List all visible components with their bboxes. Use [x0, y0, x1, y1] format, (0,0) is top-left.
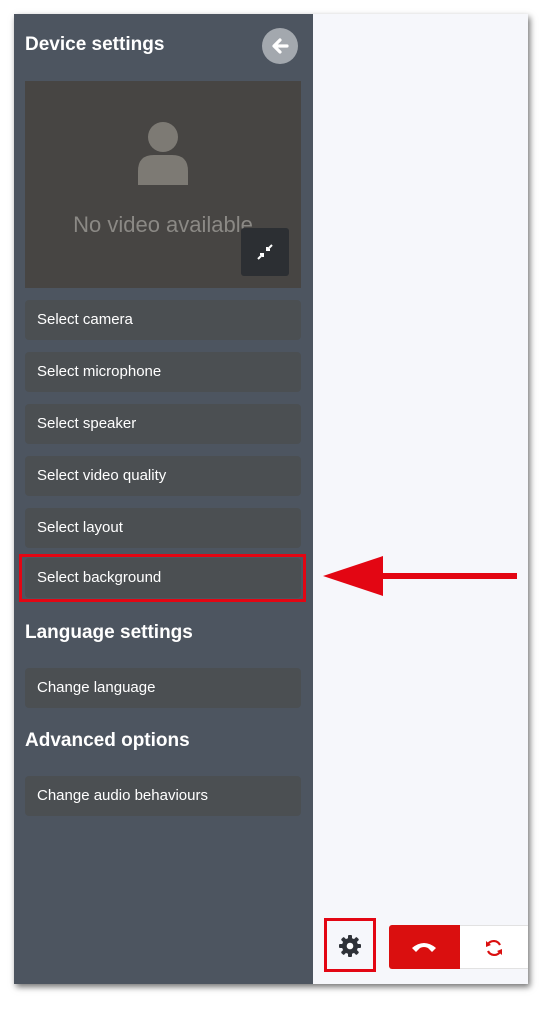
- refresh-button[interactable]: [460, 925, 528, 969]
- select-camera-button[interactable]: Select camera: [25, 300, 301, 340]
- select-speaker-button[interactable]: Select speaker: [25, 404, 301, 444]
- phone-hangup-icon: [412, 943, 436, 952]
- compress-icon: [257, 244, 273, 260]
- pointer-arrow-annotation: [323, 556, 517, 596]
- select-video-quality-button[interactable]: Select video quality: [25, 456, 301, 496]
- user-avatar-icon: [138, 122, 188, 185]
- panel-title: Device settings: [25, 34, 165, 55]
- device-settings-panel: Device settings No video available Selec…: [14, 14, 313, 984]
- back-button[interactable]: [262, 28, 298, 64]
- hang-up-button[interactable]: [389, 925, 460, 969]
- minimize-video-button[interactable]: [241, 228, 289, 276]
- change-language-button[interactable]: Change language: [25, 668, 301, 708]
- select-layout-button[interactable]: Select layout: [25, 508, 301, 548]
- language-settings-heading: Language settings: [25, 622, 193, 643]
- video-preview: No video available: [25, 81, 301, 288]
- change-audio-behaviours-button[interactable]: Change audio behaviours: [25, 776, 301, 816]
- select-microphone-button[interactable]: Select microphone: [25, 352, 301, 392]
- select-background-highlight: [19, 554, 306, 602]
- advanced-options-heading: Advanced options: [25, 730, 190, 751]
- app-window: Device settings No video available Selec…: [14, 14, 528, 984]
- refresh-icon: [486, 939, 502, 957]
- arrow-left-icon: [272, 38, 289, 54]
- gear-icon[interactable]: [338, 934, 362, 958]
